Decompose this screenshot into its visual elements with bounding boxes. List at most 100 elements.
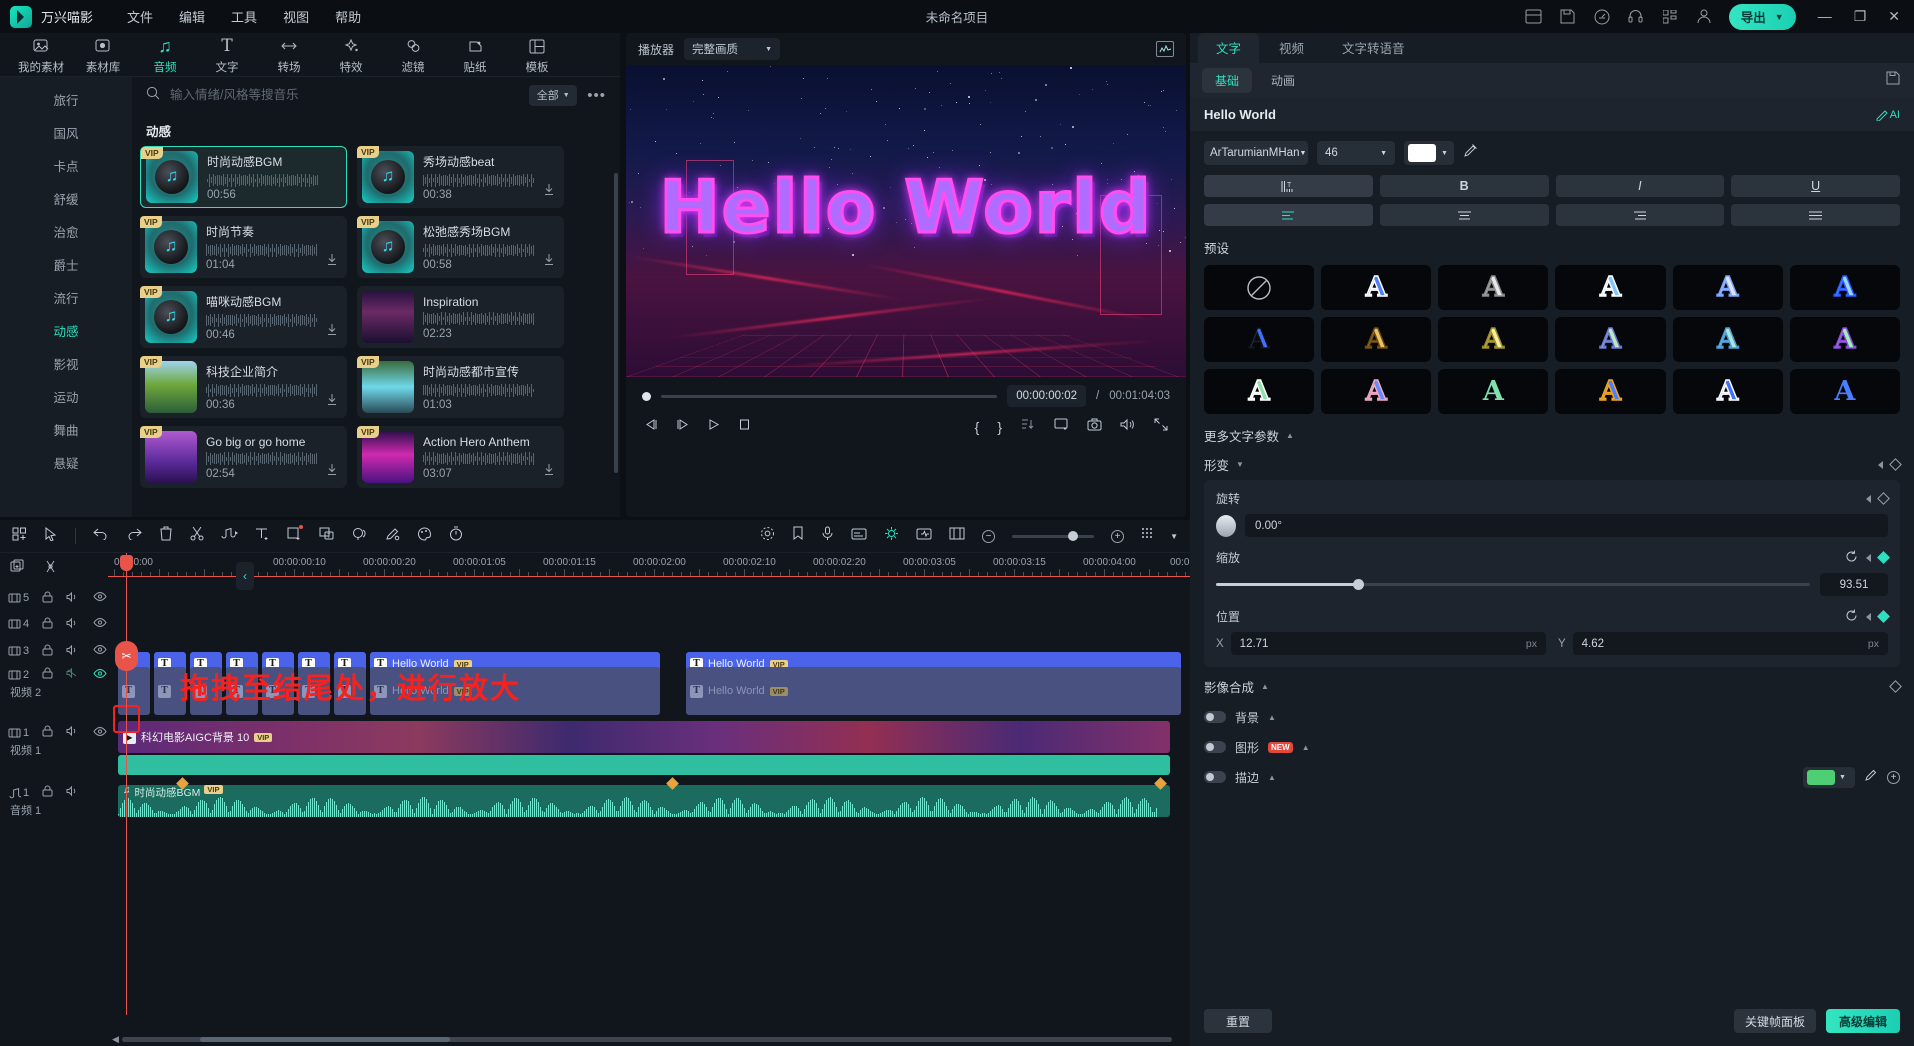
timeline-scrollbar-thumb[interactable] <box>200 1037 450 1042</box>
visibility-icon[interactable] <box>93 668 107 682</box>
category-item-3[interactable]: 舒缓 <box>53 184 78 217</box>
keyframe-diamond-icon[interactable] <box>1889 458 1902 471</box>
category-item-1[interactable]: 国风 <box>53 118 78 151</box>
font-color-select[interactable]: ▼ <box>1404 141 1454 165</box>
download-icon[interactable] <box>543 463 555 481</box>
download-icon[interactable] <box>543 253 555 271</box>
scale-slider-knob[interactable] <box>1353 579 1364 590</box>
browser-scrollbar[interactable] <box>614 173 618 473</box>
preset-p15[interactable]: A <box>1555 369 1665 414</box>
properties-tab-1[interactable]: 视频 <box>1261 33 1322 63</box>
rotation-knob[interactable] <box>1216 515 1236 537</box>
mute-icon[interactable] <box>66 725 80 740</box>
download-icon[interactable] <box>326 253 338 271</box>
underline-button[interactable]: U <box>1731 175 1900 197</box>
ai-wand-icon[interactable]: AI <box>1875 107 1900 121</box>
redo-icon[interactable] <box>126 527 142 545</box>
mute-icon[interactable] <box>66 591 80 606</box>
x-input[interactable]: 12.71 px <box>1231 632 1546 655</box>
text-value[interactable]: Hello World <box>1204 107 1276 122</box>
prev-frame-icon[interactable] <box>644 418 658 436</box>
quality-select[interactable]: 完整画质 ▼ <box>684 38 780 60</box>
subtab-animation[interactable]: 动画 <box>1258 68 1308 93</box>
chevron-up-icon[interactable]: ▲ <box>1268 773 1276 782</box>
subtitle-icon[interactable] <box>851 527 867 546</box>
menu-item-file[interactable]: 文件 <box>127 7 153 26</box>
volume-icon[interactable] <box>1120 418 1136 436</box>
scroll-left-icon[interactable]: ◀ <box>112 1034 119 1045</box>
stroke-color-select[interactable]: ▼ <box>1803 767 1855 788</box>
preset-none[interactable] <box>1204 265 1314 310</box>
split-icon[interactable] <box>190 526 204 546</box>
lock-icon[interactable] <box>42 725 53 740</box>
y-input[interactable]: 4.62 px <box>1573 632 1888 655</box>
marker-icon[interactable] <box>792 526 804 546</box>
audio-detach-icon[interactable] <box>221 527 238 545</box>
menu-item-tools[interactable]: 工具 <box>231 7 257 26</box>
lock-icon[interactable] <box>42 591 53 606</box>
fit-timeline-icon[interactable] <box>949 527 965 545</box>
zoom-slider-knob[interactable] <box>1068 531 1078 541</box>
preset-p17[interactable]: A <box>1790 369 1900 414</box>
music-card[interactable]: VIPAction Hero Anthem03:07 <box>357 426 564 488</box>
keyframe-panel-button[interactable]: 关键帧面板 <box>1734 1009 1816 1033</box>
add-stroke-icon[interactable]: + <box>1887 771 1900 784</box>
chevron-down-icon[interactable]: ▼ <box>1170 532 1178 541</box>
playhead-grip[interactable] <box>120 555 133 571</box>
preset-p16[interactable]: A <box>1673 369 1783 414</box>
keyframe-diamond-icon[interactable] <box>1877 492 1890 505</box>
camera-icon[interactable] <box>1087 418 1102 436</box>
visibility-icon[interactable] <box>93 644 107 658</box>
menu-item-edit[interactable]: 编辑 <box>179 7 205 26</box>
category-item-10[interactable]: 舞曲 <box>53 415 78 448</box>
reset-icon[interactable] <box>1845 609 1858 625</box>
more-options-icon[interactable]: ••• <box>587 87 606 104</box>
align-right-icon[interactable] <box>1556 204 1725 226</box>
graphic-toggle[interactable] <box>1204 741 1226 753</box>
scale-value[interactable]: 93.51 <box>1820 573 1888 596</box>
link-icon[interactable] <box>43 559 58 579</box>
properties-tab-2[interactable]: 文字转语音 <box>1324 33 1423 63</box>
export-button[interactable]: 导出 ▼ <box>1729 4 1796 30</box>
close-icon[interactable]: ✕ <box>1888 8 1900 25</box>
download-icon[interactable] <box>326 393 338 411</box>
preset-p13[interactable]: A <box>1321 369 1431 414</box>
mark-out-icon[interactable]: } <box>997 419 1002 435</box>
zoom-slider[interactable] <box>1012 535 1094 538</box>
preset-p12[interactable]: A <box>1204 369 1314 414</box>
category-item-6[interactable]: 流行 <box>53 283 78 316</box>
properties-tab-0[interactable]: 文字 <box>1198 33 1259 63</box>
nav-tab-text[interactable]: T 文字 <box>200 35 254 75</box>
more-params-row[interactable]: 更多文字参数 ▲ <box>1204 426 1900 445</box>
render-icon[interactable] <box>916 527 932 546</box>
visibility-icon[interactable] <box>93 591 107 605</box>
snapshot-list-icon[interactable] <box>1020 418 1036 436</box>
category-item-7[interactable]: 动感 <box>53 316 78 349</box>
stroke-toggle[interactable] <box>1204 771 1226 783</box>
magnet-icon[interactable] <box>884 526 899 546</box>
preset-p9[interactable]: A <box>1555 317 1665 362</box>
prev-keyframe-icon[interactable] <box>1866 613 1871 621</box>
settings-icon[interactable] <box>760 526 775 546</box>
preset-p3[interactable]: A <box>1555 265 1665 310</box>
music-card[interactable]: VIP科技企业简介00:36 <box>140 356 347 418</box>
visibility-icon[interactable] <box>93 617 107 631</box>
waveform-scope-icon[interactable] <box>1156 41 1174 57</box>
menu-item-help[interactable]: 帮助 <box>335 7 361 26</box>
music-card[interactable]: VIP秀场动感beat00:38 <box>357 146 564 208</box>
zoom-out-icon[interactable]: − <box>982 530 995 543</box>
video-clip[interactable]: ▶ 科幻电影AIGC背景 10 VIP <box>118 721 1170 753</box>
playhead-ruler[interactable] <box>126 553 127 585</box>
music-card[interactable]: VIP时尚节奏01:04 <box>140 216 347 278</box>
category-item-0[interactable]: 旅行 <box>53 85 78 118</box>
mute-icon[interactable] <box>66 785 80 800</box>
mute-icon[interactable] <box>66 644 80 659</box>
mute-icon[interactable] <box>66 617 80 632</box>
category-item-5[interactable]: 爵士 <box>53 250 78 283</box>
music-card[interactable]: VIP时尚动感BGM00:56 <box>140 146 347 208</box>
category-item-4[interactable]: 治愈 <box>53 217 78 250</box>
select-tool-icon[interactable] <box>44 527 58 546</box>
crop-icon[interactable] <box>287 527 302 546</box>
music-card[interactable]: VIP时尚动感都市宣传01:03 <box>357 356 564 418</box>
keyframe-diamond-icon[interactable] <box>1877 610 1890 623</box>
